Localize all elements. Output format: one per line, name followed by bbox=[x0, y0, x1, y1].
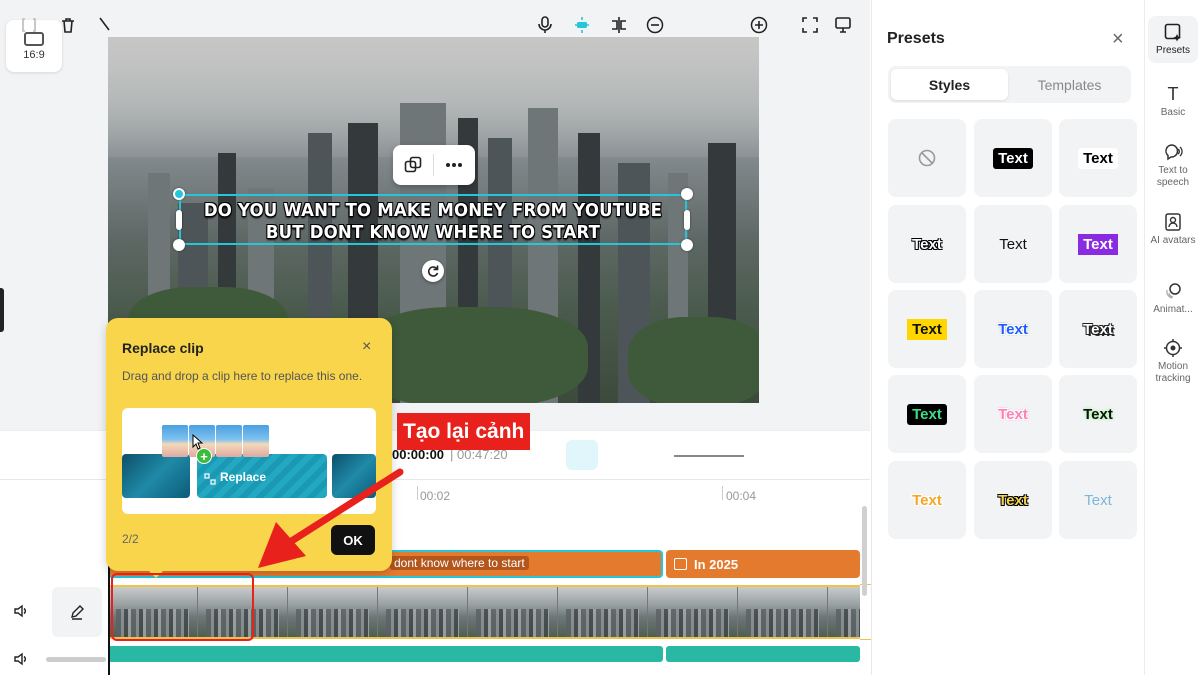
preset-sample-text: Text bbox=[1083, 320, 1113, 338]
avatar-icon bbox=[1165, 213, 1181, 231]
preset-black-box[interactable]: Text bbox=[974, 119, 1052, 197]
presets-icon bbox=[1164, 23, 1181, 42]
rail-label: Motion tracking bbox=[1155, 361, 1191, 384]
side-rail: Presets T Basic Text to speech AI avatar… bbox=[1144, 0, 1200, 675]
preset-none[interactable] bbox=[888, 119, 966, 197]
preset-orange-outline[interactable]: Text bbox=[888, 461, 966, 539]
preset-blue-outline[interactable]: Text bbox=[974, 290, 1052, 368]
video-editor: 16:9 DO YOU WANT TO MAKE MONEY FROM YOUT… bbox=[0, 0, 1200, 675]
preset-plain[interactable]: Text bbox=[974, 205, 1052, 283]
annotation-label: Tạo lại cảnh bbox=[397, 413, 531, 450]
rail-item-motion-tracking[interactable]: Motion tracking bbox=[1148, 338, 1198, 385]
preset-yellow-box[interactable]: Text bbox=[888, 290, 966, 368]
presets-tabs: Styles Templates bbox=[888, 66, 1131, 103]
presets-title: Presets bbox=[887, 30, 945, 47]
preset-sample-text: Text bbox=[993, 147, 1033, 169]
rail-label: Text to speech bbox=[1156, 165, 1190, 188]
preset-black-green-glow[interactable]: Text bbox=[1059, 375, 1137, 453]
preset-green-on-black[interactable]: Text bbox=[888, 375, 966, 453]
rail-label: Presets bbox=[1156, 45, 1190, 56]
rail-item-ai-avatars[interactable]: AI avatars bbox=[1148, 212, 1198, 247]
rail-item-basic[interactable]: T Basic bbox=[1148, 84, 1198, 119]
preset-sample-text: Text bbox=[998, 320, 1028, 338]
animation-icon bbox=[1166, 283, 1181, 299]
rail-label: Basic bbox=[1160, 107, 1186, 118]
preset-sample-text: Text bbox=[999, 235, 1027, 253]
preset-white-box[interactable]: Text bbox=[1059, 119, 1137, 197]
preset-sample-text: Text bbox=[998, 491, 1028, 509]
presets-panel: Presets × Styles Templates Text Text Tex… bbox=[871, 0, 1144, 675]
rail-label: Animat... bbox=[1153, 304, 1193, 315]
preset-purple-box[interactable]: Text bbox=[1059, 205, 1137, 283]
preset-yellow-outline[interactable]: Text bbox=[974, 461, 1052, 539]
preset-outline-white[interactable]: Text bbox=[888, 205, 966, 283]
annotation-highlight-box bbox=[111, 573, 254, 641]
speech-icon bbox=[1165, 144, 1183, 161]
preset-sample-text: Text bbox=[1083, 405, 1113, 423]
preset-sample-text: Text bbox=[1078, 233, 1118, 255]
preset-sample-text: Text bbox=[907, 403, 947, 425]
preset-sample-text: Text bbox=[912, 235, 942, 253]
preset-sample-text: Text bbox=[912, 491, 942, 509]
rail-label: AI avatars bbox=[1150, 235, 1196, 246]
motion-tracking-icon bbox=[1164, 339, 1182, 357]
preset-sample-text: Text bbox=[998, 405, 1028, 423]
preset-pink-outline[interactable]: Text bbox=[974, 375, 1052, 453]
preset-white-shadow[interactable]: Text bbox=[1059, 290, 1137, 368]
preset-sample-text: Text bbox=[1078, 147, 1118, 169]
rail-item-presets[interactable]: Presets bbox=[1148, 16, 1198, 63]
tab-styles[interactable]: Styles bbox=[891, 69, 1008, 100]
preset-sample-text: Text bbox=[1084, 491, 1112, 509]
rail-item-animation[interactable]: Animat... bbox=[1148, 281, 1198, 316]
presets-close-button[interactable]: × bbox=[1112, 28, 1124, 51]
rail-item-text-to-speech[interactable]: Text to speech bbox=[1148, 142, 1198, 189]
tab-templates[interactable]: Templates bbox=[1011, 69, 1128, 100]
preset-light-blue[interactable]: Text bbox=[1059, 461, 1137, 539]
preset-sample-text: Text bbox=[907, 318, 947, 340]
text-t-icon: T bbox=[1167, 84, 1179, 104]
no-style-icon bbox=[918, 149, 936, 167]
